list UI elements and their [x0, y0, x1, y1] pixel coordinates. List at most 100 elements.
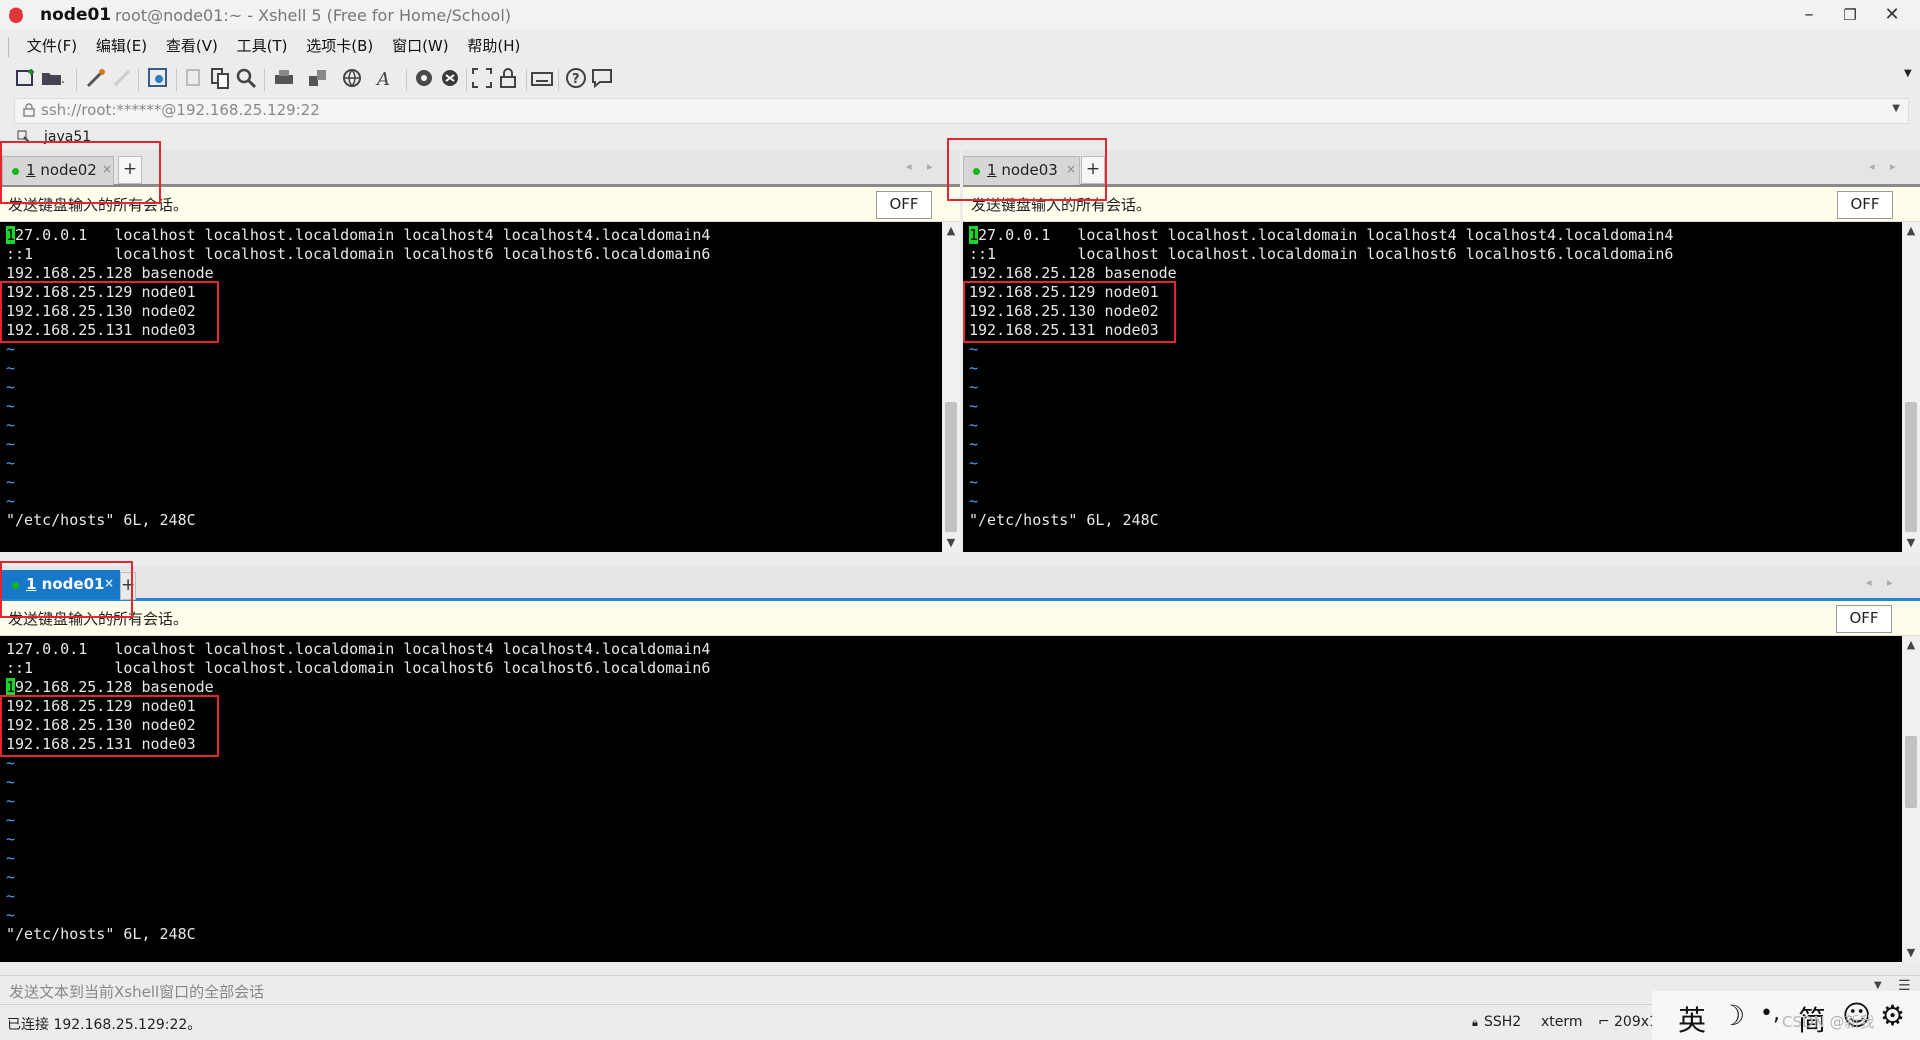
scroll-thumb[interactable]: [1905, 402, 1917, 532]
empty-line-marker: ~: [6, 397, 16, 415]
scroll-down-icon[interactable]: ▼: [1902, 534, 1920, 552]
toolbar: A ? ▼: [14, 66, 1912, 94]
empty-line-marker: ~: [969, 473, 979, 491]
close-button[interactable]: ✕: [1874, 2, 1910, 28]
empty-line-marker: ~: [6, 435, 16, 453]
terminal-line: 127.0.0.1 localhost localhost.localdomai…: [6, 640, 711, 658]
scroll-down-icon[interactable]: ▼: [942, 534, 960, 552]
broadcast-toggle-button[interactable]: OFF: [876, 191, 932, 219]
svg-text:A: A: [375, 69, 390, 90]
connection-status: 已连接 192.168.25.129:22。: [7, 1017, 202, 1033]
menu-file[interactable]: 文件(F): [20, 32, 84, 60]
properties-icon[interactable]: [146, 66, 172, 92]
empty-line-marker: ~: [6, 887, 16, 905]
terminal[interactable]: 127.0.0.1 localhost localhost.localdomai…: [0, 636, 1920, 962]
paste-icon[interactable]: [208, 66, 234, 92]
maximize-button[interactable]: ❐: [1832, 2, 1868, 28]
terminal-output: 127.0.0.1 localhost localhost.localdomai…: [0, 222, 960, 530]
broadcast-toggle-button[interactable]: OFF: [1836, 605, 1892, 633]
open-folder-icon[interactable]: [40, 66, 66, 92]
vim-status-line: "/etc/hosts" 6L, 248C: [6, 511, 196, 529]
terminal-scrollbar[interactable]: ▲ ▼: [1902, 222, 1920, 552]
broadcast-toggle-button[interactable]: OFF: [1837, 191, 1893, 219]
terminal-cursor: 1: [6, 678, 16, 696]
scroll-thumb[interactable]: [945, 402, 957, 532]
empty-line-marker: ~: [6, 906, 16, 924]
terminal-line: 127.0.0.1 localhost localhost.localdomai…: [6, 226, 711, 244]
menu-window[interactable]: 窗口(W): [385, 32, 456, 60]
ime-settings-icon[interactable]: ⚙: [1880, 999, 1905, 1032]
menu-edit[interactable]: 编辑(E): [89, 32, 154, 60]
address-dropdown-icon[interactable]: ▼: [1892, 103, 1900, 114]
font-icon[interactable]: A: [374, 66, 400, 92]
connect-icon[interactable]: [84, 66, 110, 92]
empty-line-marker: ~: [6, 773, 16, 791]
lock-icon[interactable]: [496, 66, 522, 92]
highlight-box: [0, 695, 219, 757]
compose-bar[interactable]: 发送文本到当前Xshell窗口的全部会话 ▼ ☰: [0, 975, 1920, 1004]
find-icon[interactable]: [234, 66, 260, 92]
toolbar-overflow-icon[interactable]: ▼: [1904, 68, 1912, 79]
xftp-icon[interactable]: [412, 66, 438, 92]
print-icon[interactable]: [272, 66, 298, 92]
pane-node01: 1 node01 × + ◂ ▸ 发送键盘输入的所有会话。 OFF 127.0.…: [0, 566, 1920, 974]
highlight-box: [0, 281, 219, 343]
terminal[interactable]: 127.0.0.1 localhost localhost.localdomai…: [963, 222, 1920, 552]
copy-icon[interactable]: [182, 66, 208, 92]
scroll-up-icon[interactable]: ▲: [1902, 636, 1920, 654]
xmanager-icon[interactable]: [438, 66, 464, 92]
ime-punctuation-icon[interactable]: •,: [1760, 1001, 1780, 1026]
globe-icon[interactable]: [340, 66, 366, 92]
chat-icon[interactable]: [590, 66, 616, 92]
address-text: ssh://root:******@192.168.25.129:22: [41, 101, 320, 119]
keyboard-icon[interactable]: [530, 66, 556, 92]
ime-toolbar: 英 ☽ •, 简 ☺ ⚙ CSDN @新我: [1652, 991, 1920, 1040]
scroll-up-icon[interactable]: ▲: [942, 222, 960, 240]
protocol-lock-icon: 🔒︎: [1472, 1016, 1478, 1029]
title-bar: node01 root@node01:~ - Xshell 5 (Free fo…: [0, 0, 1920, 30]
empty-line-marker: ~: [969, 378, 979, 396]
tab-scroll-icon[interactable]: ◂ ▸: [1869, 160, 1902, 173]
terminal-output: 127.0.0.1 localhost localhost.localdomai…: [0, 636, 1920, 944]
pane-node03: 1 node03 × + ◂ ▸ 发送键盘输入的所有会话。 OFF 127.0.…: [963, 150, 1920, 564]
ime-language-icon[interactable]: 英: [1678, 999, 1706, 1039]
transfer-icon[interactable]: [306, 66, 332, 92]
menu-grip: [8, 36, 9, 57]
terminal-line: 192.168.25.131 node03: [6, 735, 196, 753]
terminal-cursor: 1: [6, 226, 16, 244]
empty-line-marker: ~: [969, 359, 979, 377]
empty-line-marker: ~: [6, 454, 16, 472]
terminal-scrollbar[interactable]: ▲ ▼: [1902, 636, 1920, 962]
empty-line-marker: ~: [6, 868, 16, 886]
terminal-line: 192.168.25.129 node01: [6, 697, 196, 715]
tab-scroll-icon[interactable]: ◂ ▸: [1866, 576, 1899, 589]
minimize-button[interactable]: –: [1791, 2, 1827, 28]
empty-line-marker: ~: [6, 473, 16, 491]
highlight-box: [0, 141, 161, 204]
scroll-down-icon[interactable]: ▼: [1902, 944, 1920, 962]
highlight-box: [947, 138, 1107, 201]
help-icon[interactable]: ?: [564, 66, 590, 92]
menu-view[interactable]: 查看(V): [159, 32, 225, 60]
empty-line-marker: ~: [6, 830, 16, 848]
empty-line-marker: ~: [969, 492, 979, 510]
empty-line-marker: ~: [6, 811, 16, 829]
menu-tools[interactable]: 工具(T): [230, 32, 295, 60]
tab-scroll-icon[interactable]: ◂ ▸: [906, 160, 939, 173]
menu-help[interactable]: 帮助(H): [460, 32, 527, 60]
fullscreen-icon[interactable]: [470, 66, 496, 92]
ime-moon-icon[interactable]: ☽: [1720, 999, 1745, 1032]
new-session-icon[interactable]: [14, 66, 40, 92]
address-bar[interactable]: ssh://root:******@192.168.25.129:22 ▼: [14, 98, 1909, 124]
scroll-up-icon[interactable]: ▲: [1902, 222, 1920, 240]
terminal-cursor: 1: [969, 226, 979, 244]
terminal[interactable]: 127.0.0.1 localhost localhost.localdomai…: [0, 222, 960, 552]
status-bar: 已连接 192.168.25.129:22。 🔒︎ SSH2 xterm ⌐ 2…: [0, 991, 1920, 1040]
menu-tabs[interactable]: 选项卡(B): [299, 32, 380, 60]
compose-dropdown-icon[interactable]: ▼: [1874, 980, 1882, 991]
scroll-thumb[interactable]: [1905, 736, 1917, 808]
empty-line-marker: ~: [969, 416, 979, 434]
terminal-scrollbar[interactable]: ▲ ▼: [942, 222, 960, 552]
empty-line-marker: ~: [6, 359, 16, 377]
disconnect-icon[interactable]: [110, 66, 136, 92]
